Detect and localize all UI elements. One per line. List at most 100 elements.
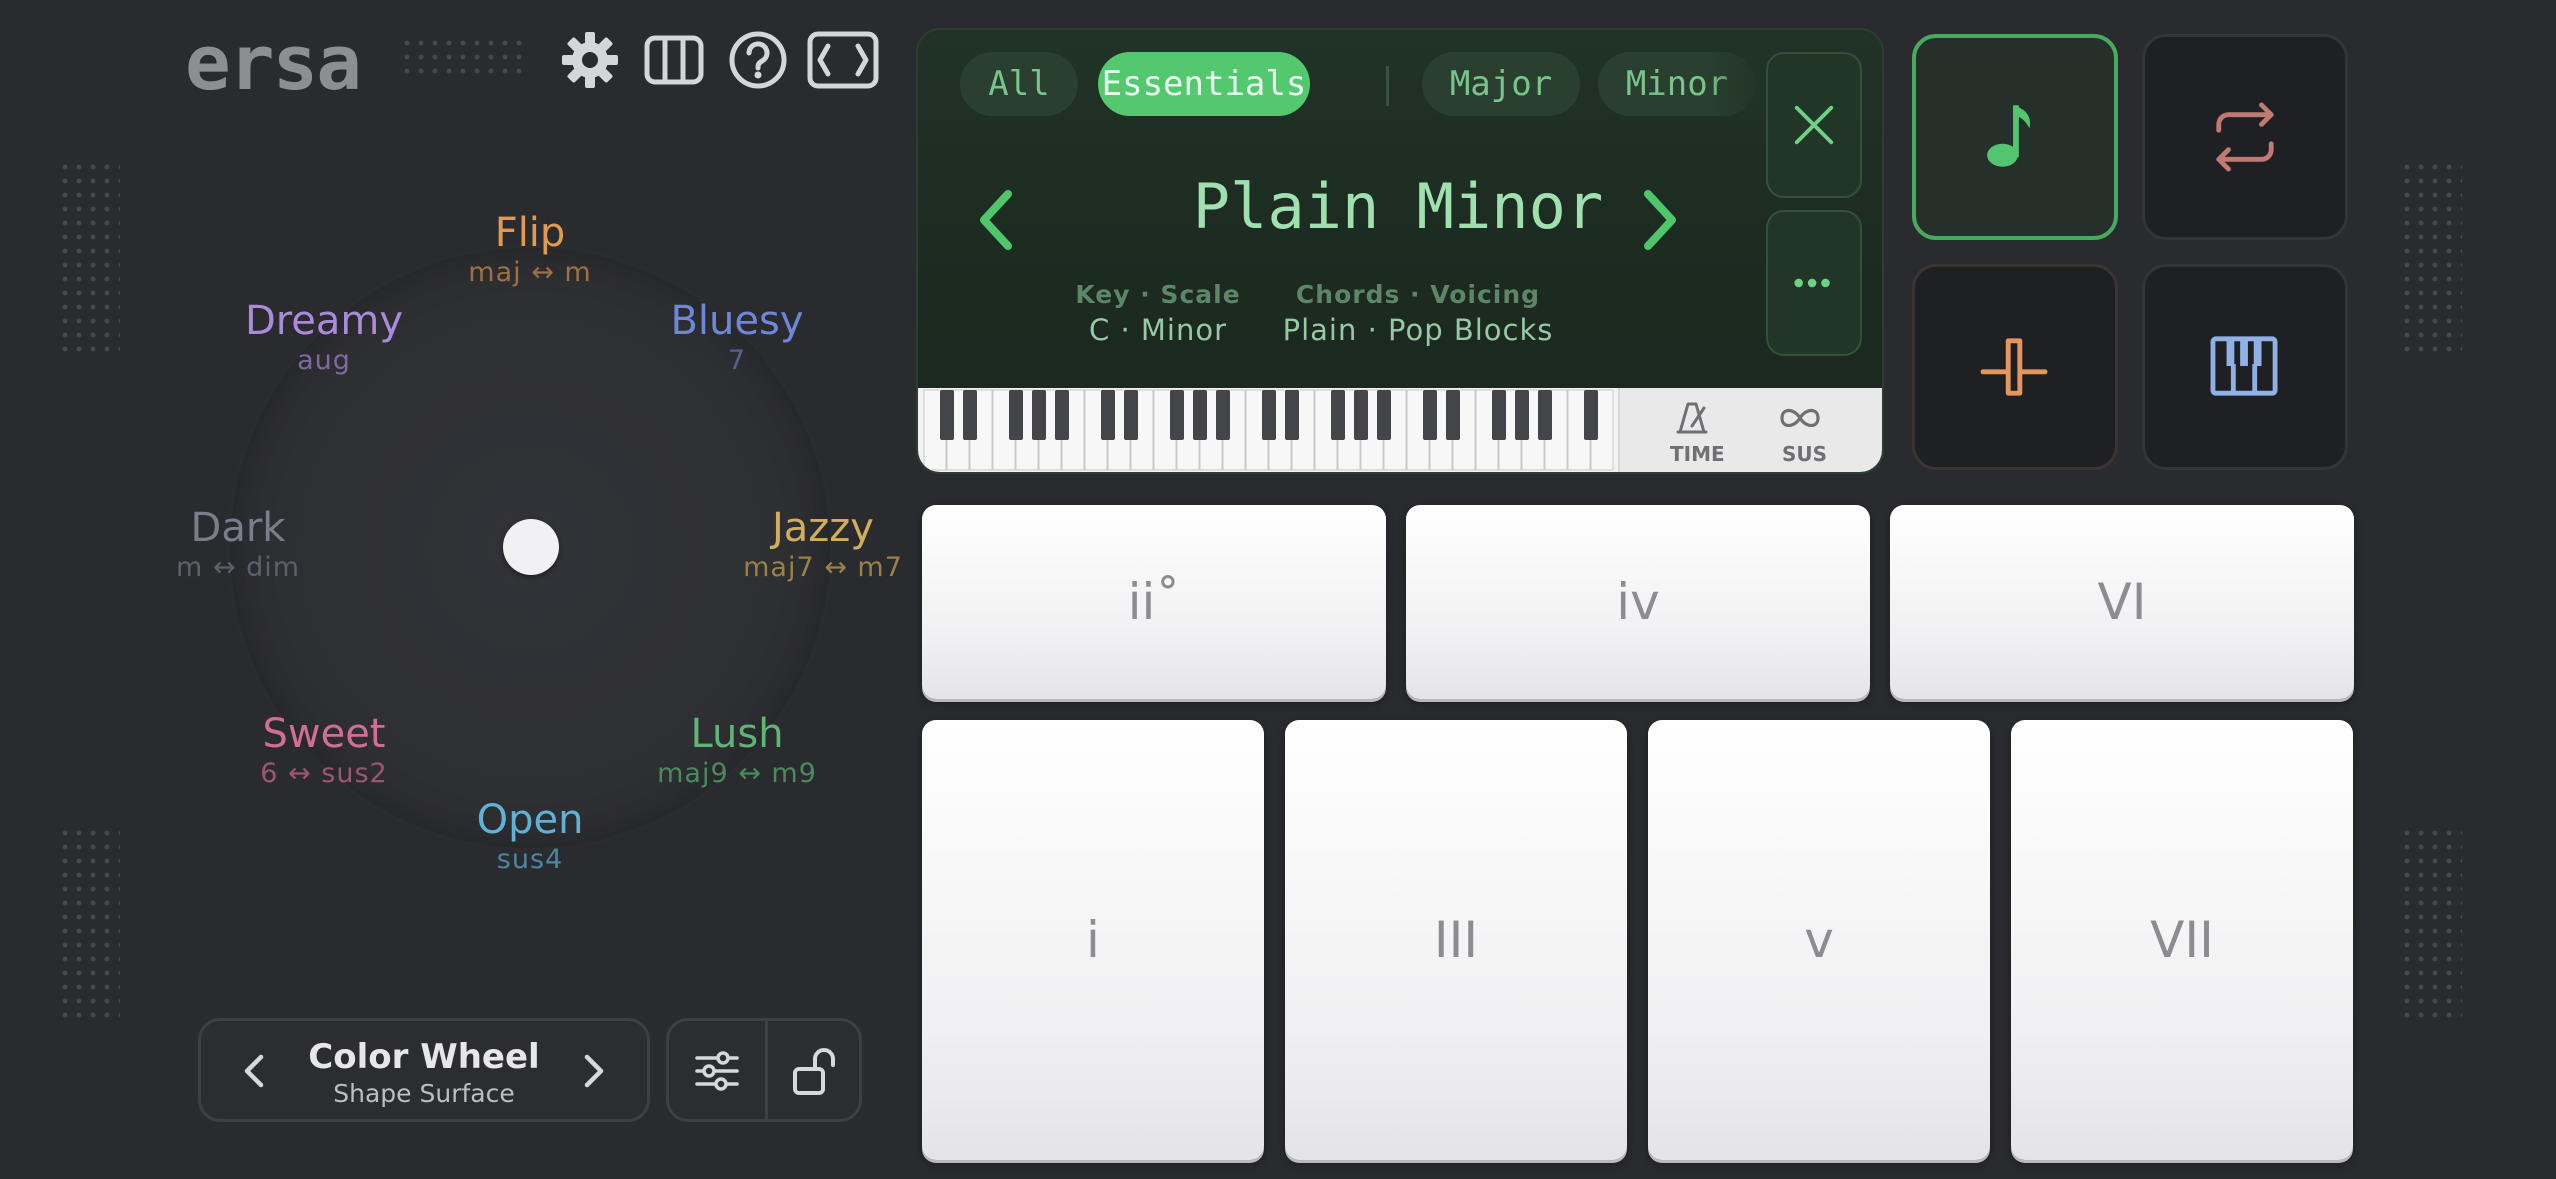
chord-pad-label: VI bbox=[2097, 573, 2147, 631]
mode-loop-button[interactable] bbox=[2142, 34, 2348, 240]
black-key[interactable] bbox=[1124, 390, 1138, 440]
mode-keyboard-button[interactable] bbox=[2142, 264, 2348, 470]
chord-pad-label: VII bbox=[2150, 911, 2214, 969]
infinity-sustain-icon[interactable] bbox=[1776, 398, 1824, 438]
black-key[interactable] bbox=[940, 390, 954, 440]
chord-pad-III[interactable]: III bbox=[1285, 720, 1627, 1160]
black-key[interactable] bbox=[1538, 390, 1552, 440]
wheel-label-dark: Dark m ↔ dim bbox=[98, 505, 378, 585]
black-key[interactable] bbox=[1170, 390, 1184, 440]
chord-pad-ii-dim[interactable]: ii˚ bbox=[922, 505, 1386, 699]
wheel-label-sub: sus4 bbox=[496, 844, 564, 875]
decorative-dots-left-top bbox=[58, 160, 120, 356]
wheel-label-dreamy: Dreamy aug bbox=[184, 298, 464, 378]
wheel-label-title: Open bbox=[476, 797, 584, 843]
chord-pad-v[interactable]: v bbox=[1648, 720, 1990, 1160]
wheel-label-sub: m ↔ dim bbox=[175, 552, 301, 583]
filter-tab-major[interactable]: Major bbox=[1422, 52, 1580, 116]
more-options-button[interactable] bbox=[1766, 210, 1862, 356]
shape-next-chevron-right-icon[interactable] bbox=[567, 1045, 619, 1097]
wheel-label-jazzy: Jazzy maj7 ↔ m7 bbox=[683, 505, 963, 585]
wheel-label-sweet: Sweet 6 ↔ sus2 bbox=[184, 711, 464, 791]
black-key[interactable] bbox=[1331, 390, 1345, 440]
wheel-label-sub: 6 ↔ sus2 bbox=[260, 758, 388, 789]
fullscreen-toggle-icon[interactable] bbox=[806, 28, 880, 92]
black-key[interactable] bbox=[1262, 390, 1276, 440]
wheel-label-sub: aug bbox=[297, 345, 351, 376]
shape-tools bbox=[666, 1018, 862, 1122]
time-label: TIME bbox=[1670, 442, 1725, 466]
keyboard-controls: TIME SUS bbox=[1618, 388, 1882, 472]
wheel-label-sub: maj7 ↔ m7 bbox=[743, 552, 903, 583]
black-key[interactable] bbox=[1216, 390, 1230, 440]
chord-pad-label: iv bbox=[1616, 573, 1660, 631]
wheel-label-title: Flip bbox=[494, 210, 566, 256]
piano-keyboard[interactable] bbox=[918, 388, 1618, 472]
preset-display: All Essentials Major Minor Plain Minor K… bbox=[918, 30, 1882, 472]
wheel-label-sub: maj9 ↔ m9 bbox=[657, 758, 817, 789]
unlock-icon[interactable] bbox=[789, 1043, 841, 1099]
metronome-icon[interactable] bbox=[1670, 398, 1714, 438]
chord-pad-label: i bbox=[1086, 911, 1100, 969]
chord-pad-label: III bbox=[1433, 911, 1479, 969]
decorative-dots-right-top bbox=[2400, 160, 2462, 356]
chords-voicing-value: Plain · Pop Blocks bbox=[1282, 313, 1554, 347]
black-key[interactable] bbox=[963, 390, 977, 440]
wheel-label-title: Jazzy bbox=[772, 505, 874, 551]
decorative-dots-right-bottom bbox=[2400, 826, 2462, 1022]
black-key[interactable] bbox=[1285, 390, 1299, 440]
preset-next-chevron-right-icon[interactable] bbox=[1628, 180, 1688, 260]
wheel-knob[interactable] bbox=[503, 519, 559, 575]
chord-pad-label: v bbox=[1804, 911, 1834, 969]
chord-pad-label: ii˚ bbox=[1127, 573, 1181, 631]
filter-tab-essentials[interactable]: Essentials bbox=[1098, 52, 1310, 116]
filter-fade bbox=[1708, 50, 1768, 120]
mode-note-button[interactable] bbox=[1912, 34, 2118, 240]
preset-name: Plain Minor bbox=[1192, 170, 1604, 243]
wheel-label-open: Open sus4 bbox=[390, 797, 670, 877]
filter-tab-all[interactable]: All bbox=[960, 52, 1078, 116]
black-key[interactable] bbox=[1377, 390, 1391, 440]
wheel-label-title: Lush bbox=[690, 711, 784, 757]
black-key[interactable] bbox=[1446, 390, 1460, 440]
black-key[interactable] bbox=[1009, 390, 1023, 440]
black-key[interactable] bbox=[1515, 390, 1529, 440]
chord-pad-VII[interactable]: VII bbox=[2011, 720, 2353, 1160]
wheel-label-flip: Flip maj ↔ m bbox=[390, 210, 670, 290]
decorative-dots-top bbox=[400, 36, 528, 80]
wheel-label-sub: maj ↔ m bbox=[468, 257, 592, 288]
wheel-label-sub: 7 bbox=[727, 345, 747, 376]
wheel-label-title: Sweet bbox=[262, 711, 386, 757]
black-key[interactable] bbox=[1032, 390, 1046, 440]
tools-divider bbox=[765, 1021, 768, 1119]
app-logo: ersa bbox=[185, 18, 362, 107]
sus-label: SUS bbox=[1782, 442, 1828, 466]
wheel-label-bluesy: Bluesy 7 bbox=[597, 298, 877, 378]
chord-pad-VI[interactable]: VI bbox=[1890, 505, 2354, 699]
columns-layout-icon[interactable] bbox=[642, 28, 706, 92]
black-key[interactable] bbox=[1101, 390, 1115, 440]
settings-gear-icon[interactable] bbox=[558, 28, 622, 92]
filter-divider bbox=[1386, 66, 1389, 106]
close-button[interactable] bbox=[1766, 52, 1862, 198]
wheel-label-title: Bluesy bbox=[670, 298, 804, 344]
decorative-dots-left-bottom bbox=[58, 826, 120, 1022]
mode-pulse-button[interactable] bbox=[1912, 264, 2118, 470]
wheel-label-lush: Lush maj9 ↔ m9 bbox=[597, 711, 877, 791]
chords-voicing-label: Chords · Voicing bbox=[1295, 280, 1541, 309]
chords-voicing-block[interactable]: Chords · Voicing Plain · Pop Blocks bbox=[1248, 280, 1588, 347]
black-key[interactable] bbox=[1423, 390, 1437, 440]
sliders-icon[interactable] bbox=[691, 1045, 743, 1097]
help-icon[interactable] bbox=[726, 28, 790, 92]
black-key[interactable] bbox=[1354, 390, 1368, 440]
wheel-label-title: Dark bbox=[190, 505, 286, 551]
chord-pad-iv[interactable]: iv bbox=[1406, 505, 1870, 699]
preset-prev-chevron-left-icon[interactable] bbox=[968, 180, 1028, 260]
shape-selector: Color Wheel Shape Surface bbox=[198, 1018, 650, 1122]
black-key[interactable] bbox=[1492, 390, 1506, 440]
wheel-label-title: Dreamy bbox=[244, 298, 404, 344]
black-key[interactable] bbox=[1193, 390, 1207, 440]
black-key[interactable] bbox=[1584, 390, 1598, 440]
chord-pad-i[interactable]: i bbox=[922, 720, 1264, 1160]
black-key[interactable] bbox=[1055, 390, 1069, 440]
